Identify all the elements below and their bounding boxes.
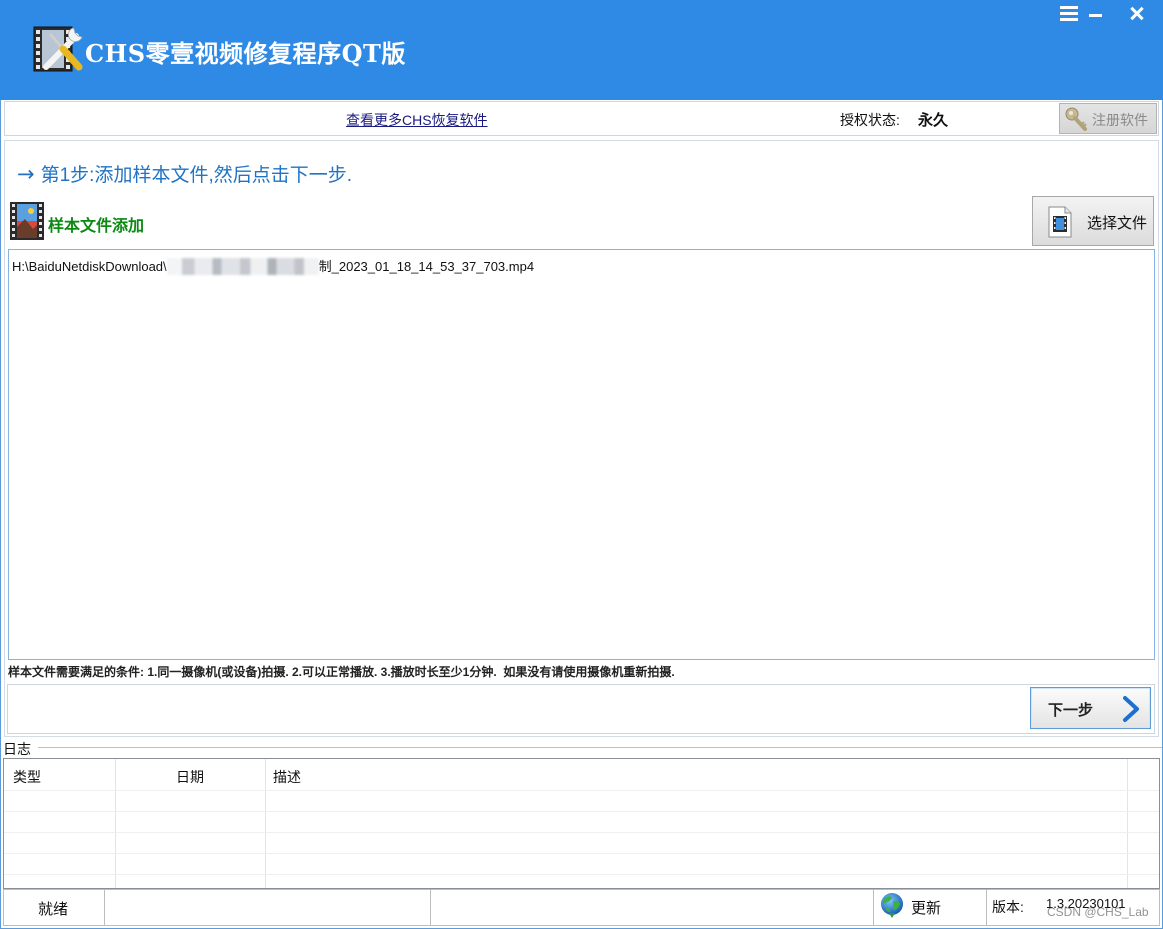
- file-path-start: H:\BaiduNetdiskDownload\: [12, 259, 167, 274]
- column-divider: [265, 759, 266, 888]
- step-text: 第1步:添加样本文件,然后点击下一步.: [40, 165, 353, 186]
- film-icon: [9, 201, 45, 241]
- license-status-label: 授权状态:: [840, 112, 900, 128]
- app-title: CHS零壹视频修复程序QT版: [85, 39, 406, 68]
- globe-icon[interactable]: [878, 891, 906, 919]
- key-icon: [1063, 106, 1089, 137]
- sample-requirements-text: 样本文件需要满足的条件: 1.同一摄像机(或设备)拍摄. 2.可以正常播放. 3…: [8, 665, 675, 679]
- next-step-button[interactable]: 下一步: [1030, 687, 1151, 729]
- log-group-title: 日志: [3, 741, 31, 757]
- license-status-value: 永久: [918, 112, 949, 129]
- redacted-path-segment: [166, 258, 319, 275]
- minimize-icon[interactable]: [1087, 4, 1105, 22]
- menu-icon[interactable]: [1058, 4, 1080, 22]
- sample-file-list[interactable]: H:\BaiduNetdiskDownload\ 制_2023_01_18_14_…: [8, 249, 1155, 660]
- column-header-description[interactable]: 描述: [273, 767, 301, 787]
- step-instruction: → 第1步:添加样本文件,然后点击下一步.: [17, 160, 352, 187]
- top-toolbar: [4, 101, 1159, 136]
- status-cell: [104, 889, 431, 926]
- next-step-label: 下一步: [1048, 702, 1094, 719]
- watermark: CSDN @CHS_Lab: [1047, 905, 1149, 919]
- column-divider: [115, 759, 116, 888]
- navigation-panel: [7, 684, 1155, 734]
- file-path-end: 制_2023_01_18_14_53_37_703.mp4: [318, 259, 535, 274]
- app-logo-icon: [33, 24, 87, 74]
- chevron-right-icon: [1119, 695, 1143, 728]
- column-header-type[interactable]: 类型: [13, 767, 41, 787]
- sample-section-title: 样本文件添加: [48, 218, 145, 235]
- video-file-icon: [1047, 206, 1073, 243]
- log-group-divider: [38, 747, 1162, 748]
- status-text: 就绪: [38, 901, 69, 918]
- close-icon[interactable]: [1128, 4, 1146, 22]
- select-file-label: 选择文件: [1087, 215, 1148, 232]
- select-file-button[interactable]: 选择文件: [1032, 196, 1154, 246]
- status-cell: [430, 889, 874, 926]
- update-label[interactable]: 更新: [911, 897, 941, 918]
- table-row: [4, 832, 1159, 833]
- table-row: [4, 853, 1159, 854]
- table-row: [4, 811, 1159, 812]
- arrow-right-icon: →: [17, 162, 35, 186]
- version-label: 版本:: [992, 899, 1024, 915]
- table-row: [4, 790, 1159, 791]
- column-divider: [1127, 759, 1128, 888]
- register-button-label: 注册软件: [1092, 112, 1148, 128]
- register-button[interactable]: 注册软件: [1059, 103, 1157, 134]
- table-row: [4, 874, 1159, 875]
- column-header-date[interactable]: 日期: [176, 767, 204, 787]
- log-table[interactable]: 类型 日期 描述: [3, 758, 1160, 889]
- list-item[interactable]: H:\BaiduNetdiskDownload\ 制_2023_01_18_14_…: [12, 256, 534, 275]
- more-software-link[interactable]: 查看更多CHS恢复软件: [346, 110, 488, 130]
